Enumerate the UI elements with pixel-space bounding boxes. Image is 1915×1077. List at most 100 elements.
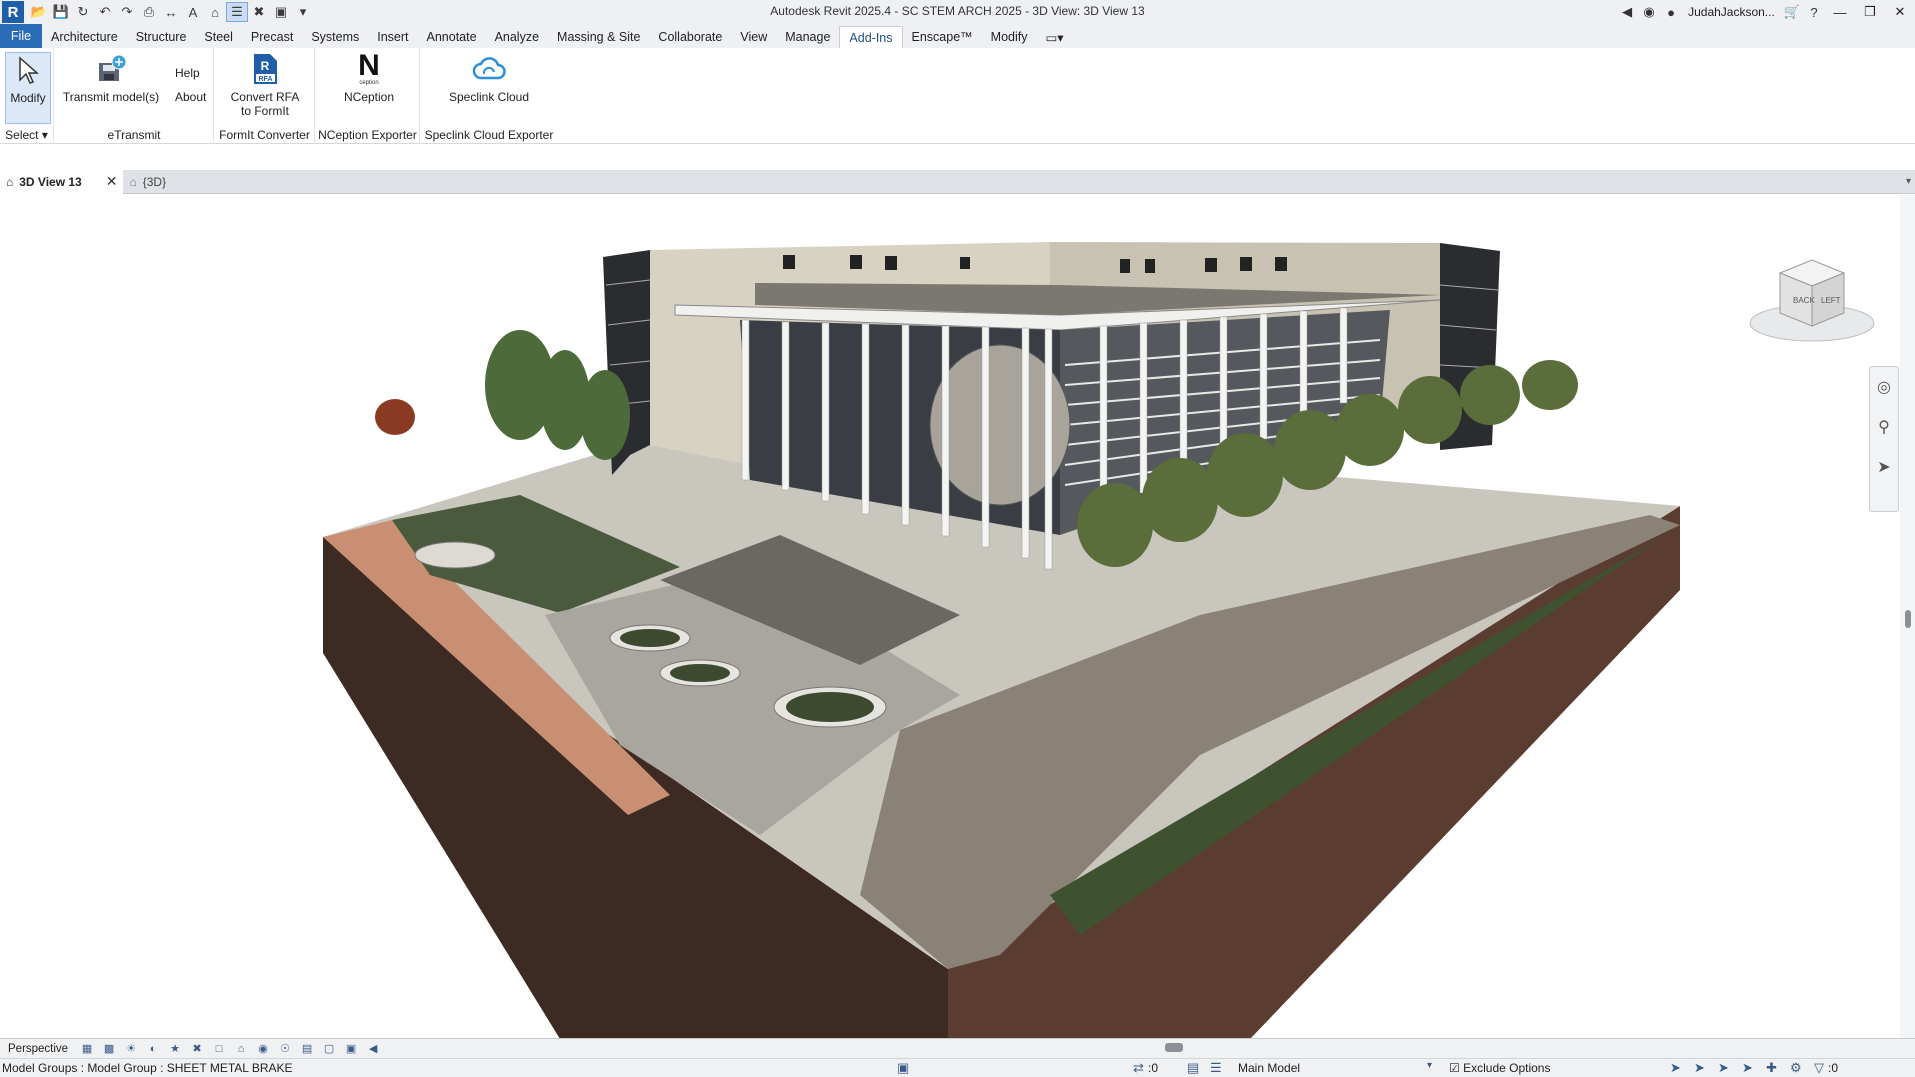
tab-analyze[interactable]: Analyze bbox=[486, 26, 548, 48]
tab-insert[interactable]: Insert bbox=[368, 26, 417, 48]
visual-style-icon[interactable]: ▩ bbox=[98, 1040, 120, 1058]
user-icon[interactable]: ● bbox=[1660, 0, 1682, 24]
cart-icon[interactable]: 🛒 bbox=[1781, 0, 1803, 24]
view-tab-3d[interactable]: ⌂ {3D} bbox=[123, 170, 172, 194]
editable-elements-icon[interactable]: ⇄ bbox=[1133, 1060, 1144, 1076]
tab-architecture[interactable]: Architecture bbox=[42, 26, 127, 48]
panel-speclink-exporter: Speclink Cloud Speclink Cloud Exporter bbox=[421, 48, 557, 144]
modify-button[interactable]: Modify bbox=[5, 52, 51, 124]
restore-icon[interactable]: ❐ bbox=[1855, 0, 1885, 24]
speclink-cloud-button[interactable]: Speclink Cloud bbox=[441, 52, 537, 104]
background-process-icon[interactable]: ⚙ bbox=[1790, 1060, 1802, 1076]
tab-collaborate[interactable]: Collaborate bbox=[649, 26, 731, 48]
worksharing-icon[interactable]: ▣ bbox=[897, 1060, 909, 1076]
transmit-models-button[interactable]: Transmit model(s) bbox=[61, 52, 161, 104]
show-crop-icon[interactable]: □ bbox=[208, 1040, 230, 1058]
select-dropdown[interactable]: Select ▾ bbox=[0, 128, 53, 142]
ribbon-toggle-icon[interactable]: ▭▾ bbox=[1037, 26, 1073, 48]
text-icon[interactable]: A bbox=[182, 2, 204, 22]
convert-label-line2: to FormIt bbox=[240, 104, 289, 118]
tabs-dropdown-icon[interactable]: ▾ bbox=[1906, 176, 1915, 187]
tab-massing-site[interactable]: Massing & Site bbox=[548, 26, 649, 48]
tab-systems[interactable]: Systems bbox=[302, 26, 368, 48]
zoom-icon[interactable]: ⚲ bbox=[1870, 407, 1898, 447]
view-cube[interactable]: BACK LEFT bbox=[1745, 248, 1880, 348]
sync-icon[interactable]: ↻ bbox=[72, 2, 94, 22]
building-model-render[interactable] bbox=[0, 195, 1900, 1039]
tab-enscape[interactable]: Enscape™ bbox=[903, 26, 982, 48]
detail-level-icon[interactable]: ▦ bbox=[76, 1040, 98, 1058]
help-button[interactable]: Help bbox=[175, 66, 200, 80]
filter-icon[interactable]: ▽ bbox=[1814, 1060, 1824, 1076]
tab-steel[interactable]: Steel bbox=[195, 26, 242, 48]
tab-precast[interactable]: Precast bbox=[242, 26, 302, 48]
drag-elements-icon[interactable]: ✚ bbox=[1766, 1060, 1777, 1076]
viewcube-left-label: LEFT bbox=[1821, 296, 1841, 305]
active-model[interactable]: Main Model bbox=[1238, 1061, 1300, 1075]
tab-add-ins[interactable]: Add-Ins bbox=[839, 26, 903, 48]
design-options-icon[interactable]: ▤ bbox=[1187, 1060, 1199, 1076]
select-pinned-icon[interactable]: ➤ bbox=[1718, 1060, 1729, 1076]
select-by-face-icon[interactable]: ➤ bbox=[1742, 1060, 1753, 1076]
worksets-icon[interactable]: ☰ bbox=[1210, 1060, 1222, 1076]
tab-annotate[interactable]: Annotate bbox=[418, 26, 486, 48]
render-icon[interactable]: ★ bbox=[164, 1040, 186, 1058]
print-icon[interactable]: ⎙ bbox=[138, 2, 160, 22]
nception-button[interactable]: N ception NCeption bbox=[334, 49, 404, 105]
svg-text:RFA: RFA bbox=[259, 76, 273, 83]
tab-file[interactable]: File bbox=[0, 24, 42, 48]
convert-rfa-button[interactable]: R RFA Convert RFA to FormIt bbox=[225, 52, 305, 118]
convert-label-line1: Convert RFA bbox=[230, 90, 300, 104]
scroll-thumb[interactable] bbox=[1905, 610, 1911, 628]
exclude-options-checkbox[interactable]: ☑ Exclude Options bbox=[1449, 1061, 1550, 1075]
analytical-model-icon[interactable]: ▤ bbox=[296, 1040, 318, 1058]
ribbon-panel: Modify Select ▾ Transmit model(s) Help A… bbox=[0, 48, 1915, 144]
close-icon[interactable]: ✕ bbox=[1885, 0, 1915, 24]
temporary-hide-icon[interactable]: ◉ bbox=[252, 1040, 274, 1058]
chevron-down-icon[interactable]: ▾ bbox=[292, 2, 314, 22]
pan-icon[interactable]: ➤ bbox=[1870, 447, 1898, 487]
binoculars-icon[interactable]: ◉ bbox=[1638, 0, 1660, 24]
modify-label: Modify bbox=[10, 91, 46, 105]
redo-icon[interactable]: ↷ bbox=[116, 2, 138, 22]
select-links-icon[interactable]: ➤ bbox=[1670, 1060, 1681, 1076]
3d-view-icon[interactable]: ⌂ bbox=[204, 2, 226, 22]
sun-path-icon[interactable]: ☀ bbox=[120, 1040, 142, 1058]
measure-icon[interactable]: ↔ bbox=[160, 2, 182, 22]
tab-structure[interactable]: Structure bbox=[127, 26, 196, 48]
chevron-left-icon[interactable]: ◀ bbox=[1616, 0, 1638, 24]
steering-wheel-icon[interactable]: ◎ bbox=[1870, 367, 1898, 407]
horizontal-scroll-thumb[interactable] bbox=[1165, 1043, 1183, 1052]
highlight-displacement-icon[interactable]: ▢ bbox=[318, 1040, 340, 1058]
nception-logo-icon: N ception bbox=[358, 49, 380, 87]
tab-view[interactable]: View bbox=[731, 26, 776, 48]
lock-view-icon[interactable]: ⌂ bbox=[230, 1040, 252, 1058]
chevron-left-icon[interactable]: ◀ bbox=[362, 1040, 384, 1058]
user-name[interactable]: JudahJackson... bbox=[1682, 5, 1781, 19]
reveal-hidden-icon[interactable]: ☉ bbox=[274, 1040, 296, 1058]
3d-viewport[interactable]: BACK LEFT bbox=[0, 195, 1900, 1039]
view-tab-3d-view-13[interactable]: ⌂ 3D View 13 ✕ bbox=[0, 169, 124, 194]
undo-icon[interactable]: ↶ bbox=[94, 2, 116, 22]
view-mode-label[interactable]: Perspective bbox=[0, 1043, 76, 1055]
thin-lines-icon[interactable]: ☰ bbox=[226, 2, 248, 22]
svg-text:R: R bbox=[261, 59, 270, 73]
switch-windows-icon[interactable]: ▣ bbox=[270, 2, 292, 22]
help-icon[interactable]: ? bbox=[1803, 0, 1825, 24]
tab-modify[interactable]: Modify bbox=[982, 26, 1037, 48]
save-icon[interactable]: 💾 bbox=[50, 2, 72, 22]
revit-logo-icon[interactable]: R bbox=[2, 1, 24, 23]
close-hidden-icon[interactable]: ✖ bbox=[248, 2, 270, 22]
shadows-icon[interactable]: ◐ bbox=[142, 1040, 164, 1058]
view-tab-label: 3D View 13 bbox=[19, 174, 82, 189]
reveal-constraints-icon[interactable]: ▣ bbox=[340, 1040, 362, 1058]
close-tab-icon[interactable]: ✕ bbox=[106, 173, 118, 190]
crop-view-icon[interactable]: ✖ bbox=[186, 1040, 208, 1058]
about-button[interactable]: About bbox=[175, 90, 206, 104]
minimize-icon[interactable]: — bbox=[1825, 0, 1855, 24]
select-underlay-icon[interactable]: ➤ bbox=[1694, 1060, 1705, 1076]
tab-manage[interactable]: Manage bbox=[776, 26, 839, 48]
open-icon[interactable]: 📂 bbox=[28, 2, 50, 22]
vertical-scrollbar[interactable] bbox=[1900, 195, 1915, 1039]
chevron-down-icon[interactable]: ▾ bbox=[1427, 1060, 1432, 1071]
